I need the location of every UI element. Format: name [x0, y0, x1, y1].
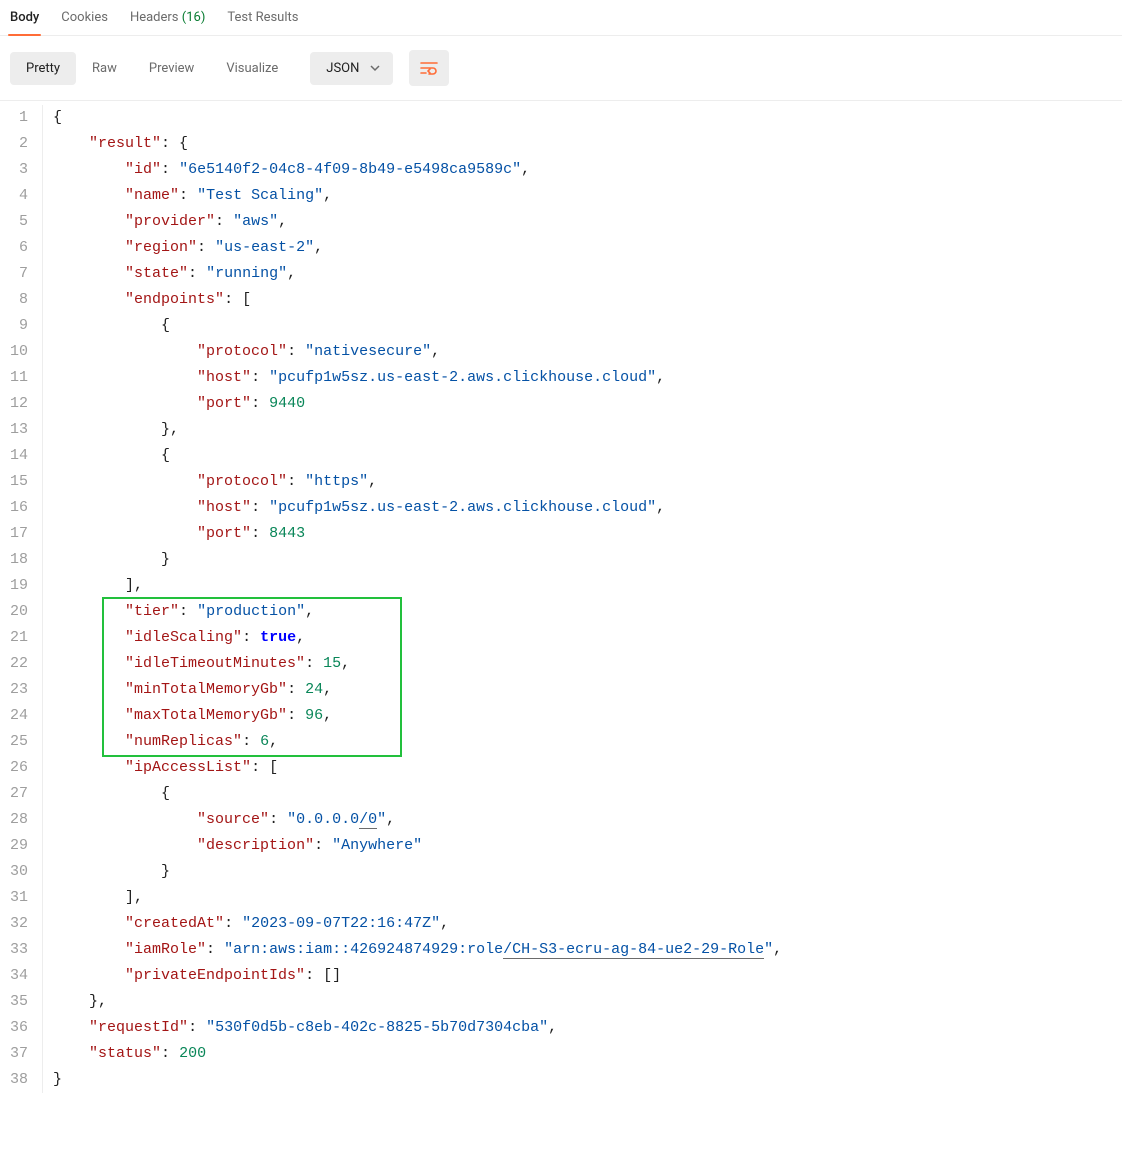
- line-number: 38: [10, 1067, 28, 1093]
- tab-test-results[interactable]: Test Results: [227, 10, 298, 35]
- code-line: "region": "us-east-2",: [42, 235, 1112, 261]
- line-number: 27: [10, 781, 28, 807]
- line-number: 12: [10, 391, 28, 417]
- code-line: "description": "Anywhere": [42, 833, 1112, 859]
- line-number: 2: [10, 131, 28, 157]
- code-line: "host": "pcufp1w5sz.us-east-2.aws.clickh…: [42, 365, 1112, 391]
- code-line: }: [42, 859, 1112, 885]
- line-number: 33: [10, 937, 28, 963]
- line-number: 30: [10, 859, 28, 885]
- line-number: 7: [10, 261, 28, 287]
- line-number: 1: [10, 105, 28, 131]
- line-number: 13: [10, 417, 28, 443]
- code-line: ],: [42, 573, 1112, 599]
- code-line: {: [42, 443, 1112, 469]
- line-number: 37: [10, 1041, 28, 1067]
- wrap-lines-button[interactable]: [409, 50, 449, 86]
- format-select-value: JSON: [326, 61, 359, 76]
- line-number: 21: [10, 625, 28, 651]
- code-line: "name": "Test Scaling",: [42, 183, 1112, 209]
- wrap-icon: [420, 61, 438, 75]
- code-line: "protocol": "nativesecure",: [42, 339, 1112, 365]
- line-number: 19: [10, 573, 28, 599]
- code-line: {: [42, 781, 1112, 807]
- mode-visualize[interactable]: Visualize: [210, 52, 294, 85]
- line-number: 36: [10, 1015, 28, 1041]
- line-number: 28: [10, 807, 28, 833]
- code-line: },: [42, 989, 1112, 1015]
- code-line: }: [42, 1067, 1112, 1093]
- response-tabs: Body Cookies Headers (16) Test Results: [0, 0, 1122, 36]
- line-number: 22: [10, 651, 28, 677]
- line-number: 23: [10, 677, 28, 703]
- line-number: 11: [10, 365, 28, 391]
- code-line: "port": 9440: [42, 391, 1112, 417]
- line-number: 32: [10, 911, 28, 937]
- code-line: },: [42, 417, 1112, 443]
- mode-preview[interactable]: Preview: [133, 52, 210, 85]
- tab-headers[interactable]: Headers (16): [130, 10, 205, 35]
- line-number: 31: [10, 885, 28, 911]
- line-number: 35: [10, 989, 28, 1015]
- line-number: 29: [10, 833, 28, 859]
- line-gutter: 1234567891011121314151617181920212223242…: [0, 101, 42, 1097]
- code-line: "createdAt": "2023-09-07T22:16:47Z",: [42, 911, 1112, 937]
- line-number: 20: [10, 599, 28, 625]
- code-line: "port": 8443: [42, 521, 1112, 547]
- line-number: 25: [10, 729, 28, 755]
- code-line: "requestId": "530f0d5b-c8eb-402c-8825-5b…: [42, 1015, 1112, 1041]
- code-line: "tier": "production",: [42, 599, 1112, 625]
- line-number: 6: [10, 235, 28, 261]
- code-line: "endpoints": [: [42, 287, 1112, 313]
- line-number: 34: [10, 963, 28, 989]
- line-number: 24: [10, 703, 28, 729]
- code-line: "ipAccessList": [: [42, 755, 1112, 781]
- code-line: "result": {: [42, 131, 1112, 157]
- line-number: 3: [10, 157, 28, 183]
- chevron-down-icon: [369, 62, 381, 74]
- view-mode-group: Pretty Raw Preview Visualize: [10, 52, 294, 85]
- code-line: "state": "running",: [42, 261, 1112, 287]
- code-line: }: [42, 547, 1112, 573]
- code-line: "source": "0.0.0.0/0",: [42, 807, 1112, 833]
- line-number: 26: [10, 755, 28, 781]
- line-number: 5: [10, 209, 28, 235]
- tab-body[interactable]: Body: [10, 10, 39, 35]
- code-line: {: [42, 105, 1112, 131]
- tab-headers-count: (16): [182, 10, 206, 25]
- code-line: "status": 200: [42, 1041, 1112, 1067]
- line-number: 4: [10, 183, 28, 209]
- line-number: 17: [10, 521, 28, 547]
- format-select[interactable]: JSON: [310, 52, 393, 85]
- response-toolbar: Pretty Raw Preview Visualize JSON: [0, 36, 1122, 101]
- code-line: "idleTimeoutMinutes": 15,: [42, 651, 1112, 677]
- json-viewer[interactable]: { "result": { "id": "6e5140f2-04c8-4f09-…: [42, 101, 1122, 1097]
- line-number: 14: [10, 443, 28, 469]
- code-line: "numReplicas": 6,: [42, 729, 1112, 755]
- code-line: "protocol": "https",: [42, 469, 1112, 495]
- tab-cookies[interactable]: Cookies: [61, 10, 108, 35]
- code-line: {: [42, 313, 1112, 339]
- line-number: 9: [10, 313, 28, 339]
- code-line: "iamRole": "arn:aws:iam::426924874929:ro…: [42, 937, 1112, 963]
- line-number: 16: [10, 495, 28, 521]
- line-number: 10: [10, 339, 28, 365]
- line-number: 18: [10, 547, 28, 573]
- line-number: 15: [10, 469, 28, 495]
- code-line: "idleScaling": true,: [42, 625, 1112, 651]
- code-line: "host": "pcufp1w5sz.us-east-2.aws.clickh…: [42, 495, 1112, 521]
- code-line: "provider": "aws",: [42, 209, 1112, 235]
- code-line: "privateEndpointIds": []: [42, 963, 1112, 989]
- tab-headers-label: Headers: [130, 10, 179, 25]
- code-line: "minTotalMemoryGb": 24,: [42, 677, 1112, 703]
- code-line: "maxTotalMemoryGb": 96,: [42, 703, 1112, 729]
- line-number: 8: [10, 287, 28, 313]
- code-line: ],: [42, 885, 1112, 911]
- response-body: 1234567891011121314151617181920212223242…: [0, 101, 1122, 1097]
- mode-pretty[interactable]: Pretty: [10, 52, 76, 85]
- mode-raw[interactable]: Raw: [76, 52, 133, 85]
- code-line: "id": "6e5140f2-04c8-4f09-8b49-e5498ca95…: [42, 157, 1112, 183]
